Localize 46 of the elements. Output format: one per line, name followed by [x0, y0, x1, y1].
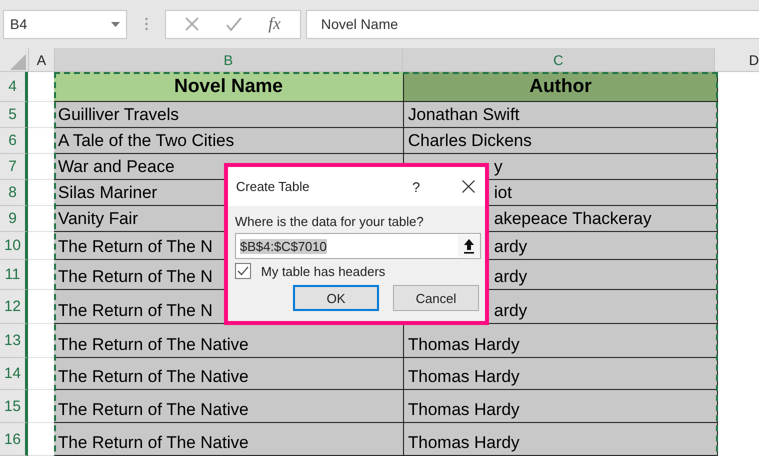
column-header[interactable]: B	[54, 48, 402, 71]
row-header[interactable]: 7	[0, 154, 28, 180]
row-header[interactable]: 14	[0, 358, 28, 390]
table-cell: Thomas Hardy	[404, 324, 718, 358]
cell-reference: B4	[10, 16, 28, 32]
table-cell: The Return of The Native	[54, 423, 404, 456]
row-header[interactable]: 9	[0, 206, 28, 232]
ok-button[interactable]: OK	[293, 285, 379, 311]
row-header[interactable]: 16	[0, 423, 28, 456]
range-field[interactable]: $B$4:$C$7010	[235, 233, 481, 259]
table-header-cell: Novel Name	[54, 72, 404, 102]
table-cell: Guilliver Travels	[54, 102, 404, 128]
table-cell: Thomas Hardy	[404, 358, 718, 390]
row-header[interactable]: 11	[0, 260, 28, 290]
formula-field[interactable]: Novel Name	[306, 10, 759, 38]
column-header[interactable]: D	[714, 48, 759, 71]
table-cell: The Return of The Native	[54, 390, 404, 423]
cancel-icon[interactable]	[185, 17, 200, 31]
grip-icon	[145, 17, 148, 31]
table-header-cell: Author	[404, 72, 718, 102]
help-button[interactable]: ?	[412, 178, 420, 194]
checkbox-label[interactable]: My table has headers	[261, 264, 386, 278]
dropdown-icon[interactable]	[111, 22, 120, 26]
cancel-button[interactable]: Cancel	[393, 285, 479, 311]
row-header[interactable]: 6	[0, 128, 28, 154]
table-cell: The Return of The Native	[54, 324, 404, 358]
row-header[interactable]: 10	[0, 232, 28, 260]
name-box[interactable]: B4	[3, 10, 127, 38]
check-icon[interactable]	[226, 17, 242, 31]
table-cell: Thomas Hardy	[404, 423, 718, 456]
row-header[interactable]: 12	[0, 290, 28, 324]
table-cell: Thomas Hardy	[404, 390, 718, 423]
table-cell: Jonathan Swift	[404, 102, 718, 128]
headers-checkbox[interactable]	[235, 263, 251, 279]
row-header[interactable]: 5	[0, 102, 28, 128]
dialog-title: Create Table	[236, 179, 310, 194]
column-header[interactable]: C	[402, 48, 714, 71]
row-header[interactable]: 13	[0, 324, 28, 358]
row-header[interactable]: 4	[0, 72, 28, 102]
row-header[interactable]: 8	[0, 180, 28, 206]
row-header[interactable]: 15	[0, 390, 28, 423]
table-cell: The Return of The Native	[54, 358, 404, 390]
table-cell: Charles Dickens	[404, 128, 718, 154]
table-cell: A Tale of the Two Cities	[54, 128, 404, 154]
insert-function-button[interactable]: fx	[268, 14, 281, 34]
close-icon[interactable]	[462, 180, 475, 193]
